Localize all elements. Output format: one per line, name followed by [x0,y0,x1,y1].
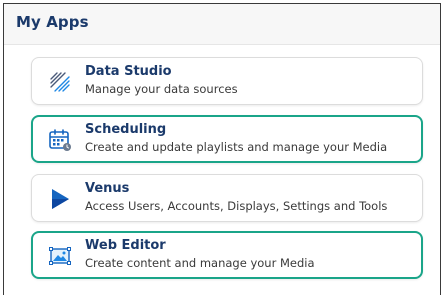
app-card-scheduling[interactable]: Scheduling Create and update playlists a… [31,115,423,163]
app-title: Venus [85,181,130,196]
panel-title: My Apps [16,13,89,31]
app-card-venus[interactable]: Venus Access Users, Accounts, Displays, … [31,174,423,222]
app-description: Create and update playlists and manage y… [85,140,388,154]
app-title: Web Editor [85,238,166,253]
app-description: Access Users, Accounts, Displays, Settin… [85,199,388,213]
app-card-data-studio[interactable]: Data Studio Manage your data sources [31,57,423,105]
data-studio-icon [48,70,72,94]
app-title: Scheduling [85,122,167,137]
app-description: Manage your data sources [85,82,238,96]
my-apps-panel: My Apps Data Studio Manage your data sou… [3,3,441,295]
calendar-icon [48,128,72,152]
app-description: Create content and manage your Media [85,256,315,270]
app-title: Data Studio [85,64,172,79]
panel-header: My Apps [4,4,440,45]
app-card-web-editor[interactable]: Web Editor Create content and manage you… [31,231,423,279]
play-triangle-icon [48,187,72,211]
image-editor-icon [48,244,72,268]
